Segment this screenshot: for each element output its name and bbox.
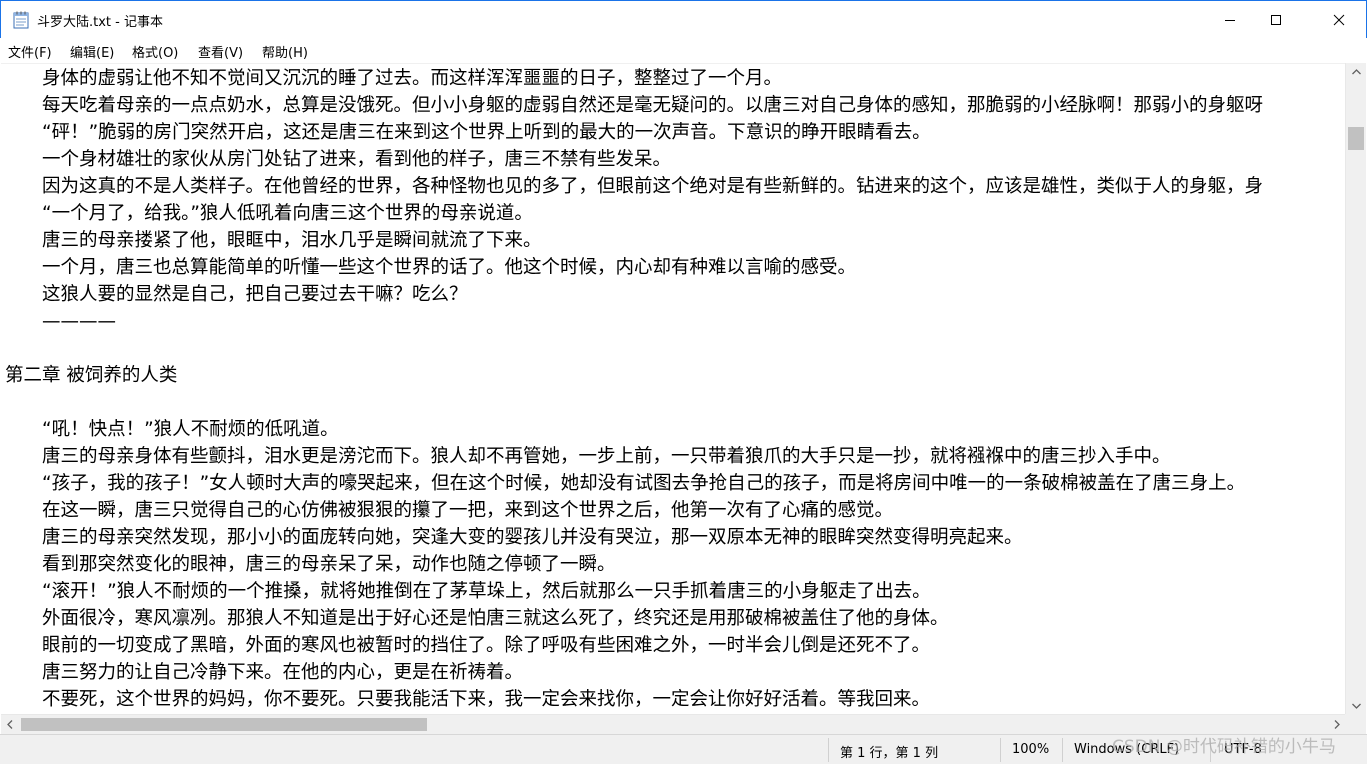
text-line: 看到那突然变化的眼神，唐三的母亲呆了呆，动作也随之停顿了一瞬。	[5, 554, 616, 575]
text-line: 不要死，这个世界的妈妈，你不要死。只要我能活下来，我一定会来找你，一定会让你好好…	[5, 689, 931, 710]
horizontal-scrollbar[interactable]	[1, 714, 1345, 734]
vertical-scroll-thumb[interactable]	[1348, 127, 1364, 150]
vertical-scrollbar[interactable]	[1345, 63, 1366, 714]
watermark: CSDN @时代码补错的小牛马	[1112, 737, 1336, 757]
chevron-down-icon	[1351, 703, 1361, 709]
window-title: 斗罗大陆.txt - 记事本	[37, 15, 163, 30]
text-line: 眼前的一切变成了黑暗，外面的寒风也被暂时的挡住了。除了呼吸有些困难之外，一时半会…	[5, 635, 931, 656]
text-line: “滚开！”狼人不耐烦的一个推搡，就将她推倒在了茅草垛上，然后就那么一只手抓着唐三…	[5, 581, 931, 602]
scroll-up-button[interactable]	[1346, 63, 1366, 80]
horizontal-scroll-thumb[interactable]	[21, 718, 427, 731]
chevron-right-icon	[1334, 720, 1340, 729]
text-line: “吼！快点！”狼人不耐烦的低吼道。	[5, 419, 339, 440]
text-line: 每天吃着母亲的一点点奶水，总算是没饿死。但小小身躯的虚弱自然还是毫无疑问的。以唐…	[5, 95, 1264, 116]
status-divider	[1062, 738, 1063, 762]
menu-bar: 文件(F) 编辑(E) 格式(O) 查看(V) 帮助(H)	[0, 38, 1367, 63]
chapter-heading: 第二章 被饲养的人类	[5, 365, 178, 386]
chevron-left-icon	[6, 720, 12, 729]
menu-format[interactable]: 格式(O)	[132, 42, 178, 61]
scrollbar-corner	[1345, 714, 1366, 734]
text-line: 外面很冷，寒风凛冽。那狼人不知道是出于好心还是怕唐三就这么死了，终究还是用那破棉…	[5, 608, 949, 629]
text-line: 一个月，唐三也总算能简单的听懂一些这个世界的话了。他这个时候，内心却有种难以言喻…	[5, 257, 857, 278]
text-line: ————	[5, 311, 117, 332]
text-editor[interactable]: 身体的虚弱让他不知不觉间又沉沉的睡了过去。而这样浑浑噩噩的日子，整整过了一个月。…	[1, 63, 1345, 714]
menu-edit[interactable]: 编辑(E)	[70, 42, 114, 61]
notepad-icon	[13, 11, 29, 29]
menu-view[interactable]: 查看(V)	[198, 42, 243, 61]
text-line: “砰！”脆弱的房门突然开启，这还是唐三在来到这个世界上听到的最大的一次声音。下意…	[5, 122, 931, 143]
menu-help[interactable]: 帮助(H)	[262, 42, 308, 61]
minimize-button[interactable]	[1207, 1, 1253, 38]
scroll-down-button[interactable]	[1346, 697, 1366, 714]
text-line: 在这一瞬，唐三只觉得自己的心仿佛被狠狠的攥了一把，来到这个世界之后，他第一次有了…	[5, 500, 894, 521]
minimize-icon	[1225, 19, 1235, 21]
text-line: 一个身材雄壮的家伙从房门处钻了进来，看到他的样子，唐三不禁有些发呆。	[5, 149, 672, 170]
text-line: 唐三的母亲突然发现，那小小的面庞转向她，突逢大变的婴孩儿并没有哭泣，那一双原本无…	[5, 527, 1023, 548]
menu-file[interactable]: 文件(F)	[8, 42, 52, 61]
status-divider	[828, 738, 829, 762]
text-line: 这狼人要的显然是自己，把自己要过去干嘛？吃么？	[5, 284, 468, 305]
title-bar[interactable]: 斗罗大陆.txt - 记事本	[0, 0, 1367, 38]
text-line: “孩子，我的孩子！”女人顿时大声的嚎哭起来，但在这个时候，她却没有试图去争抢自己…	[5, 473, 1246, 494]
text-line: 唐三的母亲身体有些颤抖，泪水更是滂沱而下。狼人却不再管她，一步上前，一只带着狼爪…	[5, 446, 1171, 467]
chevron-up-icon	[1351, 68, 1361, 74]
status-divider	[1000, 738, 1001, 762]
close-button[interactable]	[1311, 1, 1367, 38]
text-line: 身体的虚弱让他不知不觉间又沉沉的睡了过去。而这样浑浑噩噩的日子，整整过了一个月。	[5, 68, 783, 89]
text-line: 因为这真的不是人类样子。在他曾经的世界，各种怪物也见的多了，但眼前这个绝对是有些…	[5, 176, 1264, 197]
close-icon	[1333, 14, 1345, 25]
cursor-position: 第 1 行，第 1 列	[840, 746, 939, 761]
scroll-left-button[interactable]	[1, 715, 18, 734]
maximize-icon	[1271, 14, 1281, 25]
text-line: 唐三的母亲搂紧了他，眼眶中，泪水几乎是瞬间就流了下来。	[5, 230, 542, 251]
text-line: “一个月了，给我。”狼人低吼着向唐三这个世界的母亲说道。	[5, 203, 533, 224]
zoom-level: 100%	[1012, 742, 1050, 757]
text-line: 唐三努力的让自己冷静下来。在他的内心，更是在祈祷着。	[5, 662, 524, 683]
maximize-button[interactable]	[1253, 1, 1299, 38]
